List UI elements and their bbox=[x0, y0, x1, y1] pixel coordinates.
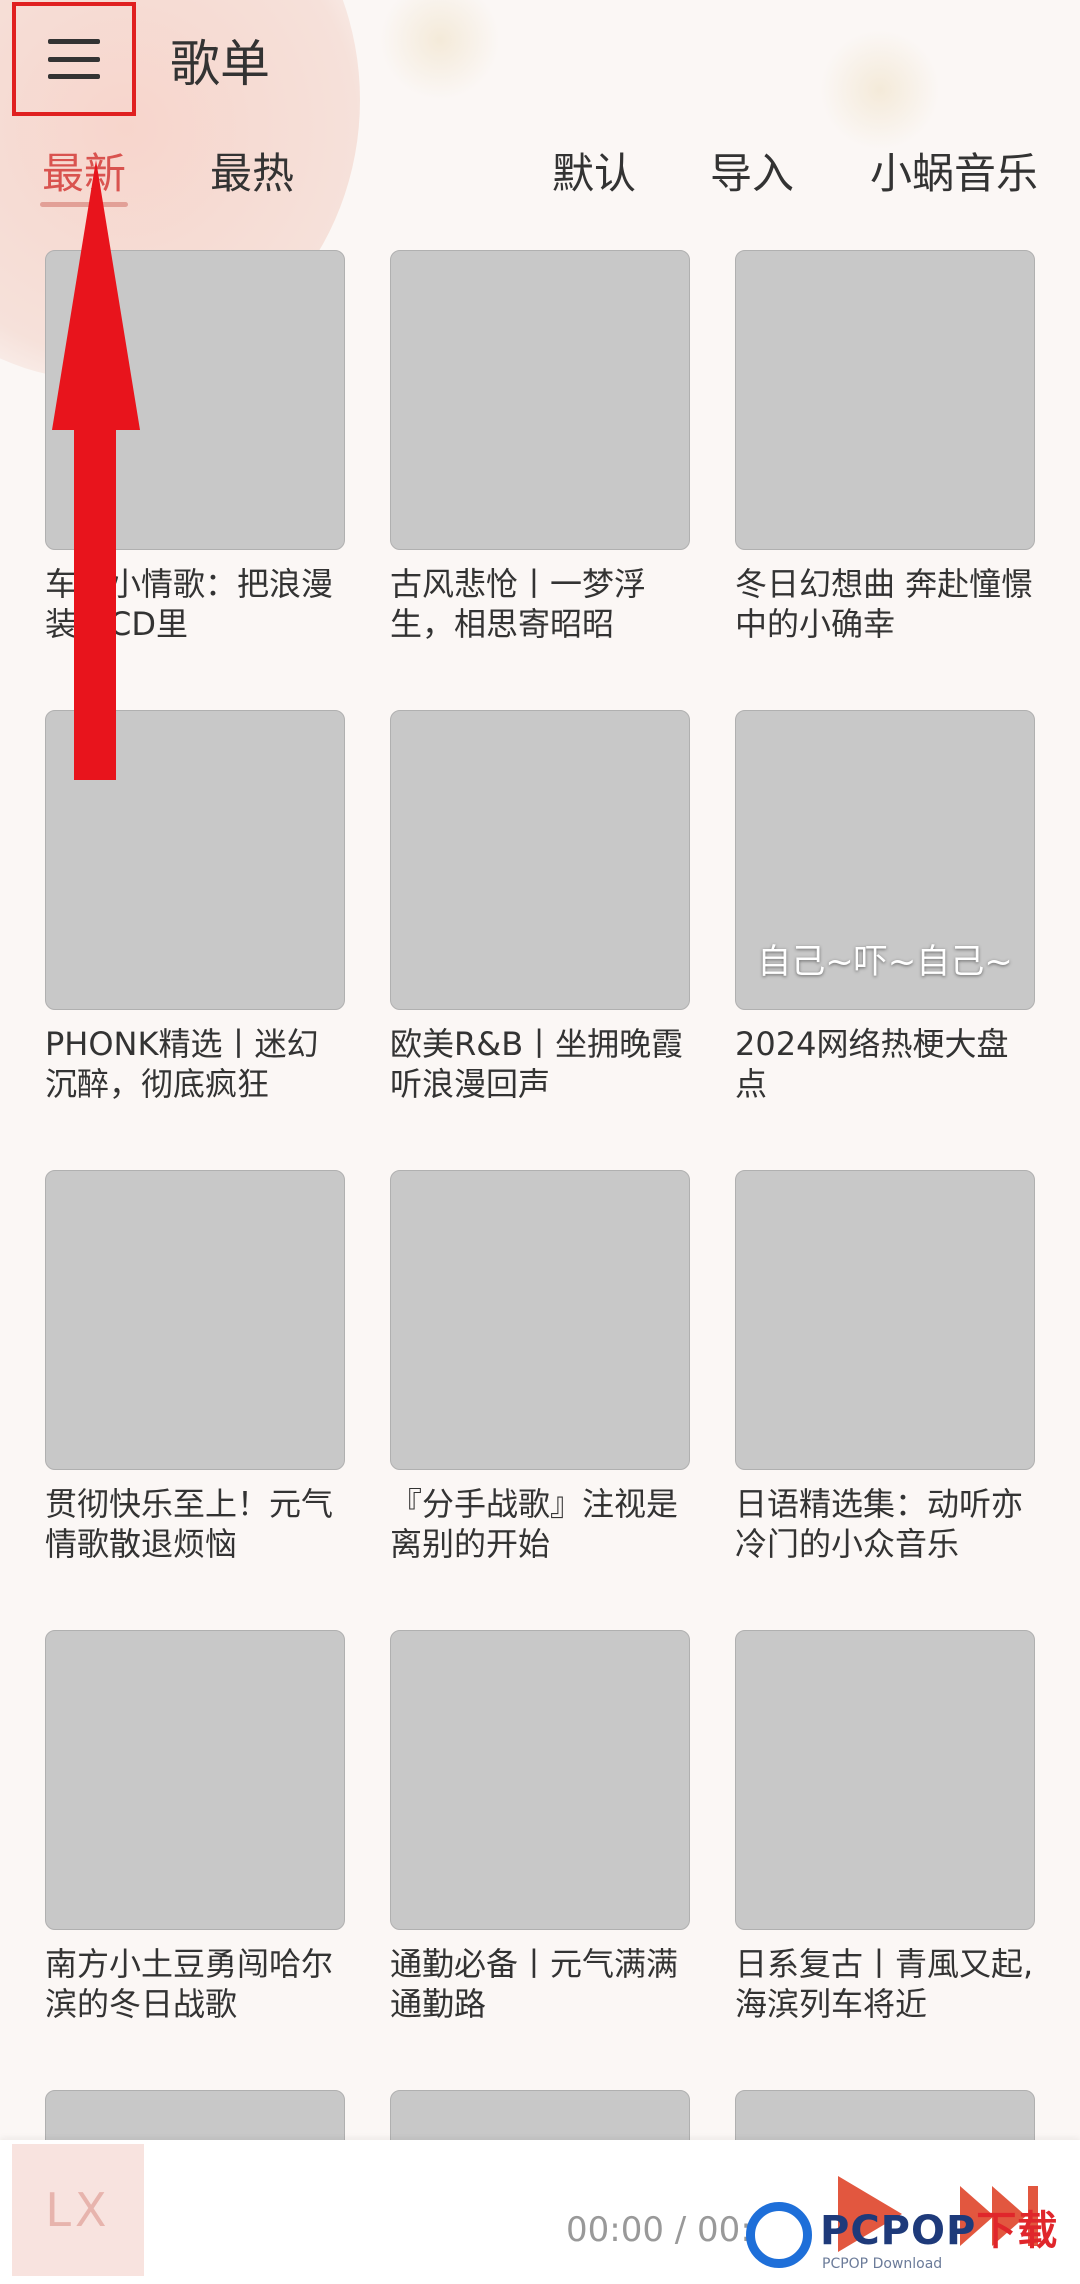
source-select-button[interactable]: 小蜗音乐 bbox=[870, 140, 1038, 201]
annotation-arrow-shaft bbox=[74, 420, 116, 780]
sort-default-button[interactable]: 默认 bbox=[552, 140, 636, 201]
player-album-thumbnail[interactable]: LX bbox=[12, 2144, 144, 2276]
annotation-arrow-head-icon bbox=[52, 160, 140, 430]
playlist-title: 日语精选集：动听亦冷门的小众音乐 bbox=[735, 1485, 1024, 1563]
page-title: 歌单 bbox=[170, 35, 270, 93]
tab-hottest[interactable]: 最热 bbox=[210, 140, 294, 201]
playlist-title: 日系复古丨青風又起,海滨列车将近 bbox=[735, 1945, 1034, 2023]
playlist-cover-image bbox=[390, 250, 690, 550]
playlist-title: 贯彻快乐至上！元气情歌散退烦恼 bbox=[45, 1485, 334, 1563]
playlist-cover-image bbox=[390, 1170, 690, 1470]
playlist-card[interactable]: 日语精选集：动听亦冷门的小众音乐 bbox=[735, 1170, 1035, 1564]
playlist-card[interactable]: 贯彻快乐至上！元气情歌散退烦恼 bbox=[45, 1170, 345, 1564]
playlist-title: 2024网络热梗大盘点 bbox=[735, 1025, 1009, 1103]
cover-caption: 自己~吓~自己~ bbox=[757, 942, 1013, 982]
playlist-title: 古风悲怆丨一梦浮生，相思寄昭昭 bbox=[390, 565, 647, 643]
playlist-card[interactable]: 通勤必备丨元气满满通勤路 bbox=[390, 1630, 690, 2024]
top-app-bar: 歌单 bbox=[0, 0, 1080, 120]
playlist-cover-image bbox=[45, 1630, 345, 1930]
hamburger-menu-button[interactable] bbox=[12, 2, 136, 116]
app-screen: 歌单 最新 最热 默认 导入 小蜗音乐 车…小情歌：把浪漫装…CD里 古风悲怆丨… bbox=[0, 0, 1080, 2284]
playlist-card[interactable]: 日系复古丨青風又起,海滨列车将近 bbox=[735, 1630, 1035, 2024]
playlist-tabs: 最新 最热 默认 导入 小蜗音乐 bbox=[0, 130, 1080, 210]
playlist-card[interactable]: 古风悲怆丨一梦浮生，相思寄昭昭 bbox=[390, 250, 690, 644]
playlist-card[interactable]: 南方小土豆勇闯哈尔滨的冬日战歌 bbox=[45, 1630, 345, 2024]
player-time-display: 00:00 / 00:0 bbox=[566, 2210, 774, 2250]
playlist-title: PHONK精选丨迷幻沉醉，彻底疯狂 bbox=[45, 1025, 319, 1103]
watermark-logo: PCPOP下载 PCPOP Download bbox=[746, 2190, 1058, 2280]
watermark-p-icon bbox=[746, 2202, 812, 2268]
playlist-card[interactable]: 『分手战歌』注视是离别的开始 bbox=[390, 1170, 690, 1564]
playlist-cover-image bbox=[45, 1170, 345, 1470]
playlist-card[interactable]: 自己~吓~自己~ 2024网络热梗大盘点 bbox=[735, 710, 1035, 1104]
watermark-brand: PCPOP bbox=[820, 2208, 977, 2254]
playlist-cover-image bbox=[735, 1170, 1035, 1470]
playlist-card[interactable]: 冬日幻想曲 奔赴憧憬中的小确幸 bbox=[735, 250, 1035, 644]
import-button[interactable]: 导入 bbox=[710, 140, 794, 201]
playlist-cover-image bbox=[390, 1630, 690, 1930]
hamburger-menu-icon bbox=[48, 39, 100, 79]
watermark-brand-accent: 下载 bbox=[976, 2208, 1059, 2254]
playlist-title: 欧美R&B丨坐拥晚霞听浪漫回声 bbox=[390, 1025, 684, 1103]
watermark-subtitle: PCPOP Download bbox=[822, 2256, 943, 2272]
playlist-cover-image: 自己~吓~自己~ bbox=[735, 710, 1035, 1010]
playlist-title: 冬日幻想曲 奔赴憧憬中的小确幸 bbox=[735, 565, 1034, 643]
playlist-cover-image bbox=[735, 250, 1035, 550]
playlist-card[interactable]: 欧美R&B丨坐拥晚霞听浪漫回声 bbox=[390, 710, 690, 1104]
playlist-title: 『分手战歌』注视是离别的开始 bbox=[390, 1485, 679, 1563]
playlist-cover-image bbox=[390, 710, 690, 1010]
playlist-title: 南方小土豆勇闯哈尔滨的冬日战歌 bbox=[45, 1945, 334, 2023]
playlist-cover-image bbox=[735, 1630, 1035, 1930]
playlist-title: 通勤必备丨元气满满通勤路 bbox=[390, 1945, 679, 2023]
